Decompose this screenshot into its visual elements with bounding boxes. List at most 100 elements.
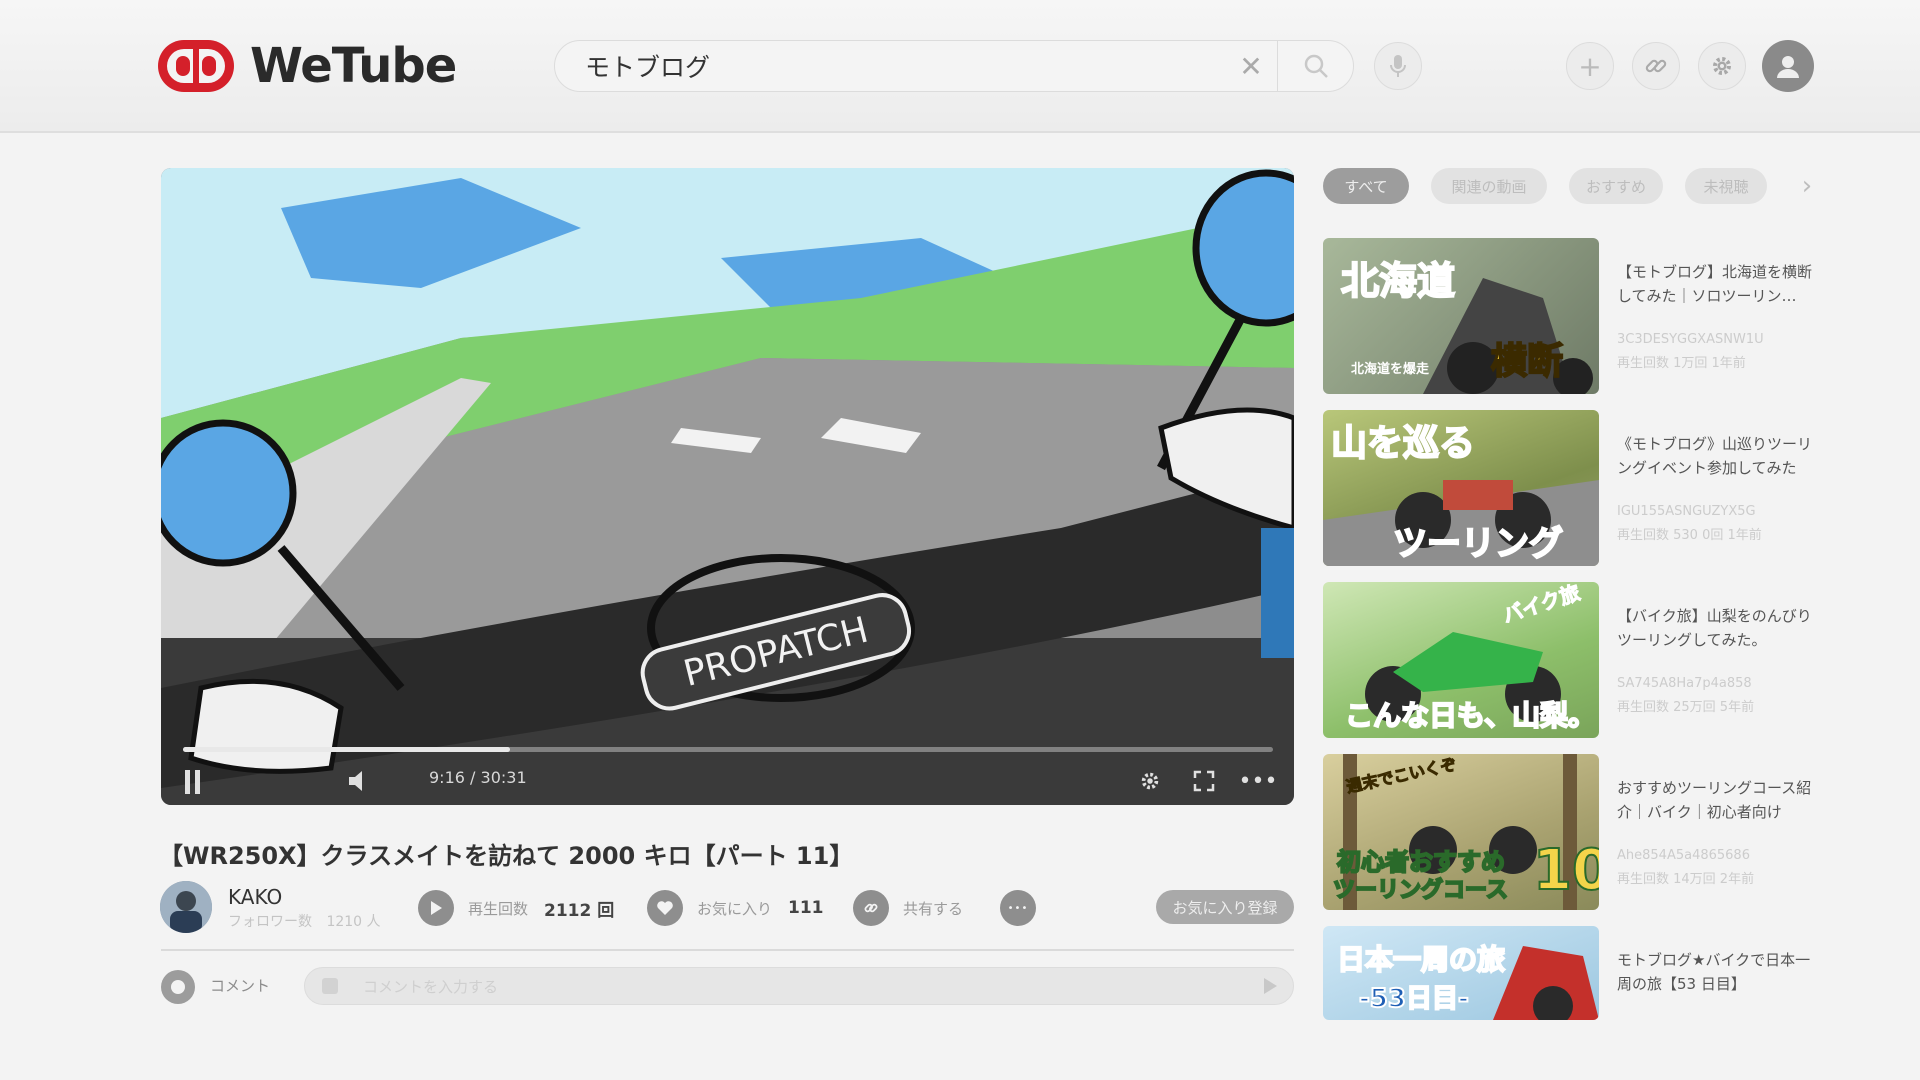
video-thumbnail[interactable]: 週末でこいくぞ 初心者おすすめ ツーリングコース 10 xyxy=(1323,754,1599,910)
recommendation-title[interactable]: 【バイク旅】山梨をのんびりツーリングしてみた。 xyxy=(1617,604,1817,652)
recommendation-meta: 3C3DESYGGXASNW1U 再生回数 1万回 1年前 xyxy=(1617,328,1817,376)
thumbnail-text: こんな日も、山梨。 xyxy=(1344,698,1597,733)
microphone-icon xyxy=(1390,55,1406,77)
recommendation-title[interactable]: おすすめツーリングコース紹介｜バイク｜初心者向け xyxy=(1617,776,1817,824)
send-icon[interactable] xyxy=(1264,978,1277,994)
channel-name[interactable]: KAKO xyxy=(228,885,282,909)
share-icon xyxy=(853,890,889,926)
fullscreen-button[interactable] xyxy=(1189,766,1219,796)
divider xyxy=(161,949,1294,951)
list-item[interactable]: 北海道 横断 北海道を爆走 【モトブログ】北海道を横断してみた｜ソロツーリン… … xyxy=(1323,238,1818,398)
like-label: お気に入り xyxy=(697,899,773,918)
comment-input[interactable]: コメントを入力する xyxy=(304,967,1294,1005)
gear-icon xyxy=(1713,57,1731,75)
avatar-image xyxy=(160,881,212,933)
clear-search-button[interactable]: ✕ xyxy=(1225,41,1277,91)
chevron-right-icon[interactable]: › xyxy=(1795,168,1819,204)
list-item[interactable]: 山を巡る ツーリング 《モトブログ》山巡りツーリングイベント参加してみた IGU… xyxy=(1323,410,1818,570)
thumbnail-text: 山を巡る xyxy=(1330,422,1476,465)
play-count-value: 2112 回 xyxy=(544,900,615,921)
thumbnail-text: ツーリングコース xyxy=(1332,877,1509,904)
search-bar: モトブログ ✕ xyxy=(554,40,1354,92)
thumbnail-text: ツーリング xyxy=(1392,523,1564,565)
recommendation-stats: 再生回数 530 0回 1年前 xyxy=(1617,528,1762,543)
thumbnail-text: 北海道を爆走 xyxy=(1351,362,1430,377)
recommendation-stats: 再生回数 14万回 2年前 xyxy=(1617,872,1755,887)
video-thumbnail[interactable]: バイク旅 こんな日も、山梨。 xyxy=(1323,582,1599,738)
search-input[interactable]: モトブログ xyxy=(555,48,1225,84)
total-time: 30:31 xyxy=(480,768,527,787)
list-item[interactable]: 週末でこいくぞ 初心者おすすめ ツーリングコース 10 おすすめツーリングコース… xyxy=(1323,754,1818,914)
chip-unwatched[interactable]: 未視聴 xyxy=(1685,168,1767,204)
comment-placeholder: コメントを入力する xyxy=(363,977,499,996)
account-button[interactable] xyxy=(1762,40,1814,92)
link-icon xyxy=(1645,59,1667,73)
video-thumbnail[interactable]: 日本一周の旅 -53日目- xyxy=(1323,926,1599,1020)
list-item[interactable]: 日本一周の旅 -53日目- モトブログ★バイクで日本一周の旅【53 日目】 xyxy=(1323,926,1818,1020)
emoji-icon xyxy=(322,978,338,994)
logo-text: WeTube xyxy=(250,38,457,94)
plus-icon: + xyxy=(1578,49,1602,83)
time-display: 9:16 / 30:31 xyxy=(429,768,527,787)
followers-value: 1210 人 xyxy=(326,914,381,930)
video-player[interactable]: PROPATCH 9:16 / 30:31 ••• xyxy=(161,168,1294,805)
filter-chips: すべて 関連の動画 おすすめ 未視聴 xyxy=(1323,168,1789,204)
user-icon xyxy=(1777,56,1799,78)
volume-icon[interactable] xyxy=(347,768,373,794)
recommendation-channel: 3C3DESYGGXASNW1U xyxy=(1617,332,1764,347)
video-thumbnail[interactable]: 北海道 横断 北海道を爆走 xyxy=(1323,238,1599,394)
logo[interactable]: WeTube xyxy=(156,36,457,96)
recommendation-channel: IGU155ASNGUZYX5G xyxy=(1617,504,1756,519)
fullscreen-icon xyxy=(1193,770,1215,792)
thumbnail-text: 10 xyxy=(1532,837,1599,904)
channel-avatar[interactable] xyxy=(160,881,212,933)
video-frame: PROPATCH xyxy=(161,168,1294,805)
like-button[interactable]: お気に入り 111 xyxy=(647,890,824,926)
current-time: 9:16 xyxy=(429,768,465,787)
create-button[interactable]: + xyxy=(1566,42,1614,90)
player-controls: 9:16 / 30:31 ••• xyxy=(161,760,1294,804)
recommendation-channel: Ahe854A5a4865686 xyxy=(1617,848,1750,863)
subscribe-button[interactable]: お気に入り登録 xyxy=(1156,890,1294,924)
recommendation-title[interactable]: 《モトブログ》山巡りツーリングイベント参加してみた xyxy=(1617,432,1817,480)
more-horizontal-icon: ••• xyxy=(1000,890,1036,926)
play-icon xyxy=(418,890,454,926)
chip-recommended[interactable]: おすすめ xyxy=(1569,168,1663,204)
more-horizontal-icon: ••• xyxy=(1238,768,1278,794)
search-button[interactable] xyxy=(1277,41,1353,91)
more-options-button[interactable]: ••• xyxy=(1239,766,1278,796)
recommendation-stats: 再生回数 25万回 5年前 xyxy=(1617,700,1755,715)
pause-icon[interactable] xyxy=(185,770,201,794)
video-title: 【WR250X】クラスメイトを訪ねて 2000 キロ【パート 11】 xyxy=(159,842,854,870)
chip-all[interactable]: すべて xyxy=(1323,168,1409,204)
voice-search-button[interactable] xyxy=(1374,42,1422,90)
share-button[interactable]: 共有する xyxy=(853,890,963,926)
thumbnail-text: 北海道 xyxy=(1340,258,1456,304)
thumbnail-text: -53日目- xyxy=(1358,983,1470,1015)
followers-label: フォロワー数 xyxy=(228,914,312,930)
follower-count: フォロワー数 1210 人 xyxy=(228,911,381,931)
gear-icon xyxy=(1141,772,1159,790)
comment-icon xyxy=(161,970,195,1004)
settings-button[interactable] xyxy=(1698,42,1746,90)
share-label: 共有する xyxy=(903,899,964,918)
like-count: 111 xyxy=(788,898,824,918)
recommendation-meta: SA745A8Ha7p4a858 再生回数 25万回 5年前 xyxy=(1617,672,1817,720)
recommendation-stats: 再生回数 1万回 1年前 xyxy=(1617,356,1746,371)
seek-bar-progress xyxy=(183,747,510,752)
play-count-label: 再生回数 xyxy=(468,899,529,918)
recommendation-channel: SA745A8Ha7p4a858 xyxy=(1617,676,1752,691)
play-count: 再生回数 2112 回 xyxy=(418,890,614,926)
chip-related[interactable]: 関連の動画 xyxy=(1431,168,1547,204)
video-thumbnail[interactable]: 山を巡る ツーリング xyxy=(1323,410,1599,566)
player-settings-button[interactable] xyxy=(1135,766,1165,796)
list-item[interactable]: バイク旅 こんな日も、山梨。 【バイク旅】山梨をのんびりツーリングしてみた。 S… xyxy=(1323,582,1818,742)
time-separator: / xyxy=(470,768,476,787)
close-icon: ✕ xyxy=(1239,49,1263,83)
heart-icon xyxy=(647,890,683,926)
more-actions-button[interactable]: ••• xyxy=(1000,890,1036,926)
recommendation-title[interactable]: モトブログ★バイクで日本一周の旅【53 日目】 xyxy=(1617,948,1817,996)
link-button[interactable] xyxy=(1632,42,1680,90)
seek-bar[interactable] xyxy=(183,747,1273,752)
recommendation-title[interactable]: 【モトブログ】北海道を横断してみた｜ソロツーリン… xyxy=(1617,260,1817,308)
